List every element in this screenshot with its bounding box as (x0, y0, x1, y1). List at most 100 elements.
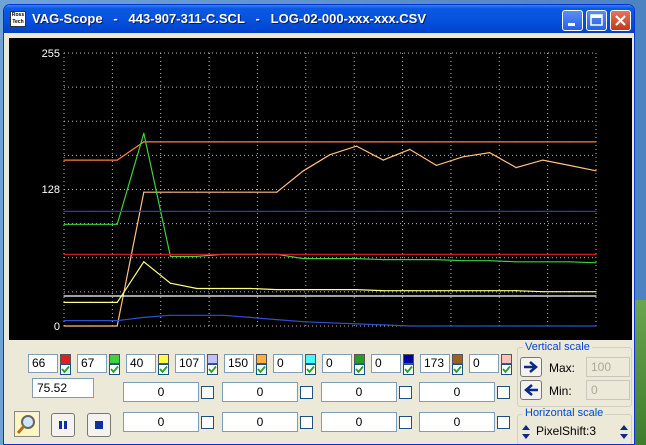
scale-min-button[interactable] (520, 380, 542, 400)
channel-value[interactable]: 0 (371, 354, 401, 373)
series-lines (63, 132, 597, 327)
close-button[interactable] (610, 10, 631, 31)
channel-value[interactable]: 0 (322, 354, 352, 373)
series-point (329, 154, 331, 156)
channel-checkbox[interactable] (403, 364, 414, 375)
channel-color-swatch[interactable] (60, 354, 71, 364)
series-point (223, 314, 225, 316)
series-point (329, 210, 331, 212)
minimize-button[interactable] (562, 10, 583, 31)
series-point (462, 253, 464, 255)
series-point (63, 210, 65, 212)
series-point (595, 170, 597, 172)
channel-checkbox[interactable] (60, 364, 71, 375)
numeric-field[interactable]: 0 (419, 382, 495, 402)
channel-checkbox[interactable] (207, 364, 218, 375)
zoom-button[interactable] (14, 411, 40, 437)
series-point (143, 210, 145, 212)
series-point (90, 223, 92, 225)
numeric-field[interactable]: 0 (419, 412, 495, 432)
scale-max-button[interactable] (520, 357, 542, 377)
numeric-field[interactable]: 0 (123, 412, 199, 432)
channel-color-swatch[interactable] (452, 354, 463, 364)
channel-value[interactable]: 66 (28, 354, 58, 373)
min-input[interactable]: 0 (586, 380, 630, 400)
checkbox[interactable] (399, 386, 412, 399)
series-point (542, 210, 544, 212)
channel-value[interactable]: 150 (224, 354, 254, 373)
channel-color-swatch[interactable] (256, 354, 267, 364)
channel-value[interactable]: 67 (77, 354, 107, 373)
series-point (169, 191, 171, 193)
pixelshift-spinner-right[interactable] (617, 421, 631, 443)
title-bar[interactable]: Ross Tech VAG-Scope - 443-907-311-C.SCL … (4, 5, 634, 33)
channel-color-swatch[interactable] (109, 354, 120, 364)
channel-checkbox[interactable] (354, 364, 365, 375)
series-point (356, 258, 358, 260)
series-point (515, 295, 517, 297)
channel-value[interactable]: 40 (126, 354, 156, 373)
pause-button[interactable] (51, 413, 75, 437)
channel-color-swatch[interactable] (501, 354, 512, 364)
series-point (435, 210, 437, 212)
channel-color-swatch[interactable] (305, 354, 316, 364)
channel-value[interactable]: 0 (273, 354, 303, 373)
series-point (302, 141, 304, 143)
channel-value[interactable]: 0 (469, 354, 499, 373)
series-point (382, 324, 384, 326)
numeric-field[interactable]: 0 (222, 382, 298, 402)
channel-color-swatch[interactable] (158, 354, 169, 364)
series-point (356, 289, 358, 291)
series-point (568, 253, 571, 255)
checkbox[interactable] (300, 416, 313, 429)
series-point (595, 210, 597, 212)
channel-value[interactable]: 173 (420, 354, 450, 373)
series-point (542, 295, 544, 297)
series-point (249, 141, 251, 143)
series-point (249, 253, 251, 255)
numeric-field[interactable]: 0 (222, 412, 298, 432)
series-point (169, 295, 171, 297)
spin-arrows-icon (620, 425, 628, 439)
channel-color-swatch[interactable] (207, 354, 218, 364)
checkbox[interactable] (497, 416, 510, 429)
y-tick-label: 128 (42, 184, 60, 196)
checkbox[interactable] (300, 386, 313, 399)
checkbox[interactable] (399, 416, 412, 429)
series-point (302, 170, 304, 172)
channel-checkbox[interactable] (452, 364, 463, 375)
checkbox[interactable] (497, 386, 510, 399)
series-point (382, 159, 384, 161)
channel-color-swatch[interactable] (354, 354, 365, 364)
maximize-button[interactable] (586, 10, 607, 31)
channel-color-swatch[interactable] (403, 354, 414, 364)
series-point (276, 210, 278, 212)
numeric-field[interactable]: 0 (123, 382, 199, 402)
channel-checkbox[interactable] (501, 364, 512, 375)
channel-value[interactable]: 107 (175, 354, 205, 373)
series-point (542, 141, 544, 143)
y-tick-label: 255 (42, 48, 60, 60)
app-icon[interactable]: Ross Tech (10, 11, 26, 27)
series-point (462, 156, 464, 158)
series-point (276, 289, 278, 291)
numeric-field[interactable]: 0 (321, 412, 397, 432)
stop-button[interactable] (87, 413, 111, 437)
numeric-field[interactable]: 0 (321, 382, 397, 402)
checkbox[interactable] (201, 386, 214, 399)
channel-checkbox[interactable] (158, 364, 169, 375)
series-point (595, 295, 597, 297)
channel-checkbox[interactable] (305, 364, 316, 375)
max-input[interactable]: 100 (586, 357, 630, 377)
series-point (595, 141, 597, 143)
series-point (435, 325, 437, 327)
series-point (196, 255, 198, 257)
checkbox[interactable] (201, 416, 214, 429)
series-point (329, 295, 331, 297)
channel-checkbox[interactable] (109, 364, 120, 375)
series-point (302, 258, 304, 260)
pixelshift-spinner-left[interactable] (519, 421, 533, 443)
spin-arrows-icon (522, 425, 530, 439)
channel-checkbox[interactable] (256, 364, 267, 375)
series-point (249, 191, 251, 193)
